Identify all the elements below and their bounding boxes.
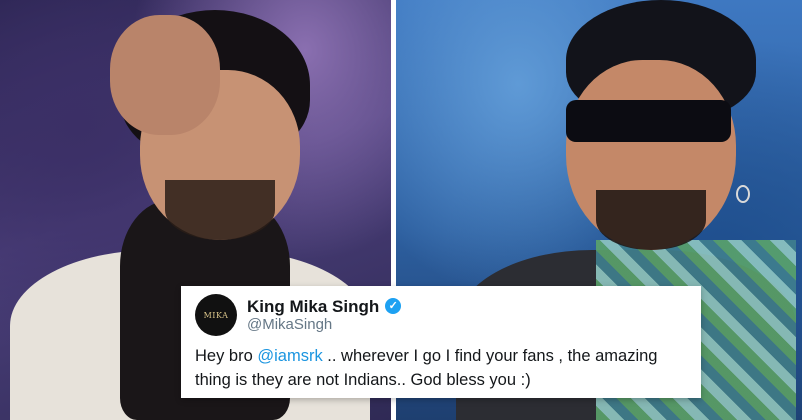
name-row: King Mika Singh ✓ [247, 297, 402, 317]
right-person-sunglasses [566, 100, 731, 142]
avatar-logo-text: MIKA [203, 310, 229, 320]
tweet-author: King Mika Singh ✓ @MikaSingh [247, 297, 402, 334]
right-person-beard [596, 190, 706, 250]
avatar[interactable]: MIKA [195, 294, 237, 336]
tweet-text: Hey bro @iamsrk .. wherever I go I find … [195, 344, 687, 392]
tweet-header: MIKA King Mika Singh ✓ @MikaSingh [195, 294, 687, 336]
mention-link[interactable]: @iamsrk [257, 347, 322, 365]
tweet-text-start: Hey bro [195, 347, 258, 365]
user-handle[interactable]: @MikaSingh [247, 316, 401, 333]
verified-badge-icon: ✓ [385, 298, 402, 315]
left-person-beard [165, 180, 275, 240]
display-name[interactable]: King Mika Singh [247, 297, 379, 317]
tweet-card: MIKA King Mika Singh ✓ @MikaSingh Hey br… [181, 286, 701, 398]
left-person-hand [110, 15, 220, 135]
right-person-earring [736, 185, 750, 203]
